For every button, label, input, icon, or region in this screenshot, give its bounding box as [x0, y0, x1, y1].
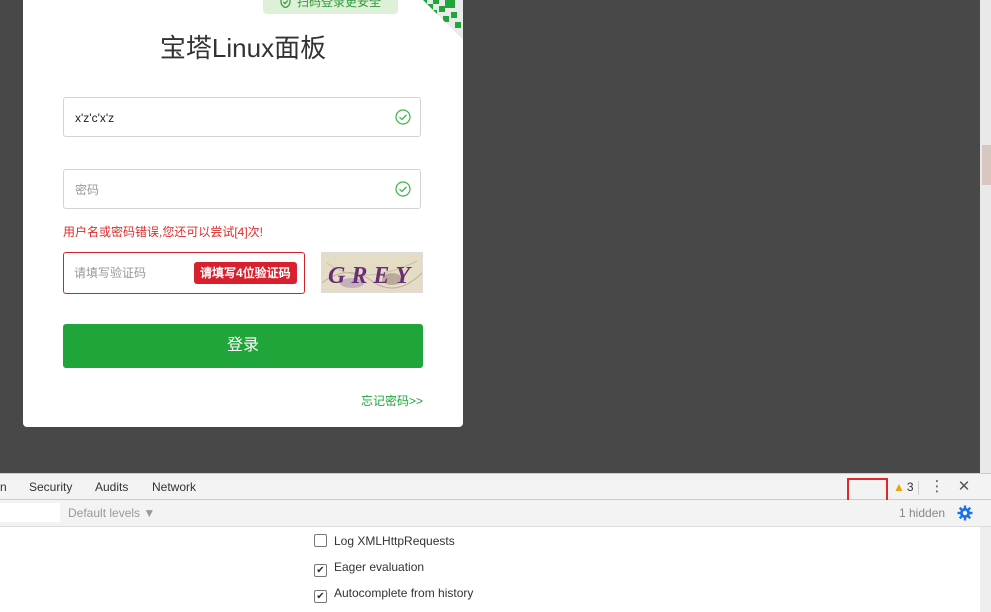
tab-security[interactable]: Security [29, 474, 72, 500]
panel-title: 宝塔Linux面板 [159, 33, 327, 63]
setting-label: Eager evaluation [334, 560, 425, 574]
setting-eager-evaluation[interactable]: ✔ Eager evaluation [314, 560, 424, 577]
username-value: x'z'c'x'z [75, 111, 115, 125]
captcha-text: GREY [328, 263, 416, 289]
login-error-message: 用户名或密码错误,您还可以尝试[4]次! [63, 225, 264, 239]
hidden-messages-count: 1 hidden [899, 506, 946, 520]
tab-console-partial[interactable]: n [0, 474, 7, 500]
qr-tip-text: 扫码登录更安全 [296, 0, 381, 9]
tab-network[interactable]: Network [152, 474, 196, 500]
checkbox-eager-evaluation[interactable]: ✔ [314, 564, 327, 577]
warning-icon: ▲ [893, 480, 905, 494]
gear-icon[interactable] [957, 505, 973, 521]
shield-icon [280, 0, 291, 14]
forgot-password-link[interactable]: 忘记密码>> [361, 392, 423, 409]
setting-log-xhr[interactable]: Log XMLHttpRequests [314, 534, 455, 548]
page-scrollbar[interactable] [980, 0, 991, 473]
warning-count: 3 [906, 480, 914, 494]
devtools-scrollbar[interactable] [980, 527, 991, 612]
check-circle-icon [395, 109, 411, 125]
captcha-input[interactable]: 请填写验证码 请填写4位验证码 [63, 252, 305, 294]
devtools-tab-bar: n Security Audits Network ▲ 3 ⋮ ✕ [0, 473, 991, 504]
captcha-placeholder: 请填写验证码 [74, 266, 147, 280]
password-input[interactable]: 密码 [63, 169, 421, 209]
console-toolbar: Default levels ▼ 1 hidden [0, 500, 991, 527]
username-input[interactable]: x'z'c'x'z [63, 97, 421, 137]
login-button[interactable]: 登录 [63, 324, 423, 368]
warning-counter[interactable]: ▲ 3 [893, 474, 914, 500]
captcha-image[interactable]: GREY [321, 252, 423, 293]
console-filter-input[interactable] [0, 503, 60, 522]
login-card: 扫码登录更安全 宝塔Linux面板 x'z'c'x'z 密码 用户名或密码错误,… [23, 0, 463, 427]
log-levels-dropdown[interactable]: Default levels ▼ [68, 500, 155, 526]
devtools-panel: n Security Audits Network ▲ 3 ⋮ ✕ Default… [0, 473, 991, 612]
checkbox-autocomplete-history[interactable]: ✔ [314, 590, 327, 603]
divider [918, 481, 919, 495]
setting-label: Autocomplete from history [334, 586, 474, 600]
password-placeholder: 密码 [75, 183, 100, 197]
kebab-menu-icon[interactable]: ⋮ [929, 474, 945, 500]
check-circle-icon [395, 181, 411, 197]
scrollbar-thumb[interactable] [982, 145, 991, 185]
checkbox-log-xhr[interactable] [314, 534, 327, 547]
tab-audits[interactable]: Audits [95, 474, 128, 500]
setting-label: Log XMLHttpRequests [334, 534, 455, 548]
qr-login-tip[interactable]: 扫码登录更安全 [263, 0, 398, 14]
setting-autocomplete-history[interactable]: ✔ Autocomplete from history [314, 586, 473, 603]
captcha-required-tip: 请填写4位验证码 [194, 262, 297, 284]
close-icon[interactable]: ✕ [956, 474, 972, 500]
